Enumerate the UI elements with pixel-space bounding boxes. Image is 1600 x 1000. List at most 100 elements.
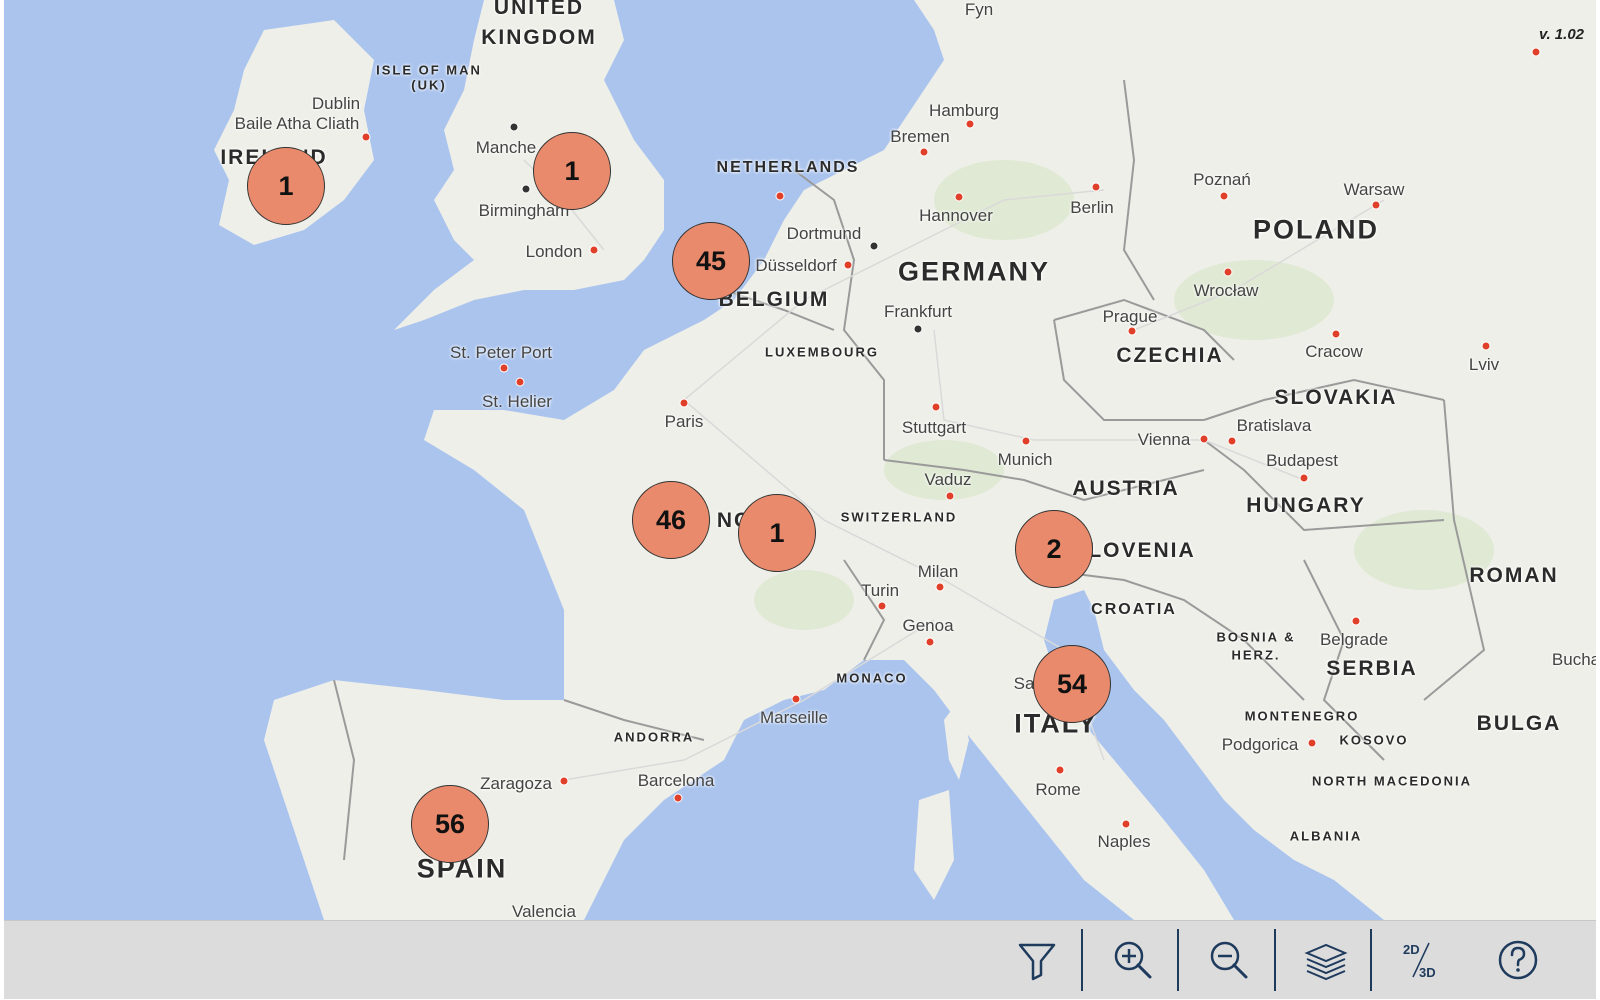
city-label-podgorica: Podgorica bbox=[1221, 735, 1299, 754]
city-label-dusseldorf: Düsseldorf bbox=[755, 256, 837, 275]
toolbar-divider bbox=[1177, 929, 1179, 991]
country-label-switzerland: SWITZERLAND bbox=[840, 509, 958, 525]
city-label-vienna: Vienna bbox=[1137, 430, 1191, 449]
country-label-uk: KINGDOM bbox=[481, 26, 597, 49]
label-2d: 2D bbox=[1403, 942, 1420, 957]
city-dot-london bbox=[589, 245, 599, 255]
country-label-albania: ALBANIA bbox=[1289, 828, 1363, 844]
cluster-marker-slovenia[interactable]: 2 bbox=[1015, 510, 1093, 588]
city-label-milan: Milan bbox=[917, 562, 959, 581]
city-dot-belgrade bbox=[1351, 616, 1361, 626]
city-label-dortmund: Dortmund bbox=[786, 224, 862, 243]
cluster-marker-france-east[interactable]: 1 bbox=[738, 494, 816, 572]
city-dot-hamburg bbox=[965, 119, 975, 129]
map-toolbar: 2D 3D bbox=[4, 920, 1596, 999]
country-label-czechia: CZECHIA bbox=[1116, 344, 1224, 367]
map-canvas[interactable]: v. 1.02 UNITED KINGDOM IRELAND ISLE OF M… bbox=[4, 0, 1596, 920]
city-label-genoa: Genoa bbox=[902, 616, 954, 635]
city-dot-st-peter-port bbox=[499, 363, 509, 373]
city-label-valencia: Valencia bbox=[512, 902, 576, 920]
city-label-bratislava: Bratislava bbox=[1236, 416, 1312, 435]
help-icon bbox=[1498, 940, 1538, 980]
city-dot-podgorica bbox=[1307, 738, 1317, 748]
city-dot-st-helier bbox=[515, 377, 525, 387]
city-dot-hannover bbox=[954, 192, 964, 202]
city-dot-turin bbox=[877, 601, 887, 611]
city-dot-northeast bbox=[1531, 47, 1541, 57]
country-label-montenegro: MONTENEGRO bbox=[1244, 708, 1360, 724]
cluster-marker-belgium[interactable]: 45 bbox=[672, 222, 750, 300]
city-label-st-helier: St. Helier bbox=[482, 392, 552, 411]
city-label-fyn: Fyn bbox=[964, 0, 994, 19]
country-label-bosnia: BOSNIA & bbox=[1216, 629, 1296, 645]
city-label-paris: Paris bbox=[664, 412, 704, 431]
city-dot-genoa bbox=[925, 637, 935, 647]
city-dot-cracow bbox=[1331, 329, 1341, 339]
2d-3d-icon: 2D 3D bbox=[1403, 942, 1436, 980]
city-dot-dusseldorf bbox=[843, 260, 853, 270]
city-label-naples: Naples bbox=[1097, 832, 1151, 851]
zoom-out-button[interactable] bbox=[1189, 929, 1269, 991]
city-label-turin: Turin bbox=[860, 581, 900, 600]
cluster-marker-ireland[interactable]: 1 bbox=[247, 147, 325, 225]
city-label-barcelona: Barcelona bbox=[637, 771, 715, 790]
city-label-prague: Prague bbox=[1102, 307, 1158, 326]
city-label-manchester: Manche bbox=[475, 138, 537, 157]
city-dot-manchester bbox=[509, 122, 519, 132]
country-label-serbia: SERBIA bbox=[1326, 657, 1418, 680]
city-dot-naples bbox=[1121, 819, 1131, 829]
city-dot-birmingham bbox=[521, 184, 531, 194]
filter-button[interactable] bbox=[997, 929, 1077, 991]
city-dot-budapest bbox=[1299, 473, 1309, 483]
city-dot-poznan bbox=[1219, 191, 1229, 201]
city-dot-prague bbox=[1127, 326, 1137, 336]
cluster-marker-italy[interactable]: 54 bbox=[1033, 645, 1111, 723]
city-dot-milan bbox=[935, 582, 945, 592]
country-label-romania: ROMAN bbox=[1469, 564, 1559, 587]
country-label-bosnia-herz: HERZ. bbox=[1231, 647, 1281, 663]
city-label-vaduz: Vaduz bbox=[924, 470, 972, 489]
country-label-hungary: HUNGARY bbox=[1246, 494, 1366, 517]
city-label-marseille: Marseille bbox=[759, 708, 829, 727]
city-label-warsaw: Warsaw bbox=[1343, 180, 1405, 199]
city-label-bucharest: Bucha bbox=[1551, 650, 1596, 669]
city-label-london: London bbox=[525, 242, 583, 261]
city-label-poznan: Poznań bbox=[1193, 170, 1251, 189]
city-dot-warsaw bbox=[1371, 200, 1381, 210]
cluster-marker-spain[interactable]: 56 bbox=[411, 785, 489, 863]
toolbar-divider bbox=[1370, 929, 1372, 991]
country-label-north-macedonia: NORTH MACEDONIA bbox=[1312, 773, 1472, 789]
city-label-belgrade: Belgrade bbox=[1319, 630, 1389, 649]
help-button[interactable] bbox=[1478, 929, 1558, 991]
city-label-cracow: Cracow bbox=[1305, 342, 1363, 361]
city-dot-vaduz bbox=[945, 491, 955, 501]
city-label-stuttgart: Stuttgart bbox=[901, 418, 967, 437]
layers-icon bbox=[1304, 943, 1348, 981]
city-dot-bratislava bbox=[1227, 436, 1237, 446]
city-label-bremen: Bremen bbox=[890, 127, 950, 146]
cluster-marker-uk[interactable]: 1 bbox=[533, 132, 611, 210]
zoom-in-button[interactable] bbox=[1093, 929, 1173, 991]
city-dot-stuttgart bbox=[931, 402, 941, 412]
country-label-belgium: BELGIUM bbox=[718, 288, 830, 311]
city-dot-wroclaw bbox=[1223, 267, 1233, 277]
zoom-in-icon bbox=[1114, 941, 1152, 979]
country-label-netherlands: NETHERLANDS bbox=[716, 159, 860, 176]
city-dot-munich bbox=[1021, 436, 1031, 446]
city-label-lviv: Lviv bbox=[1468, 355, 1500, 374]
city-label-san-marino: Sa bbox=[1013, 674, 1035, 693]
city-dot-bremen bbox=[919, 147, 929, 157]
city-dot-netherlands bbox=[775, 191, 785, 201]
city-label-hannover: Hannover bbox=[919, 206, 993, 225]
city-dot-dortmund bbox=[869, 241, 879, 251]
city-label-zaragoza: Zaragoza bbox=[480, 774, 552, 793]
view-mode-button[interactable]: 2D 3D bbox=[1382, 929, 1462, 991]
city-dot-frankfurt bbox=[913, 324, 923, 334]
city-label-dublin: Dublin bbox=[311, 94, 361, 113]
country-label-luxembourg: LUXEMBOURG bbox=[765, 344, 879, 360]
layers-button[interactable] bbox=[1286, 929, 1366, 991]
city-dot-vienna bbox=[1199, 434, 1209, 444]
city-label-st-peter-port: St. Peter Port bbox=[449, 343, 553, 362]
cluster-marker-france-west[interactable]: 46 bbox=[632, 481, 710, 559]
country-label-isle-of-man: ISLE OF MAN bbox=[376, 62, 482, 78]
